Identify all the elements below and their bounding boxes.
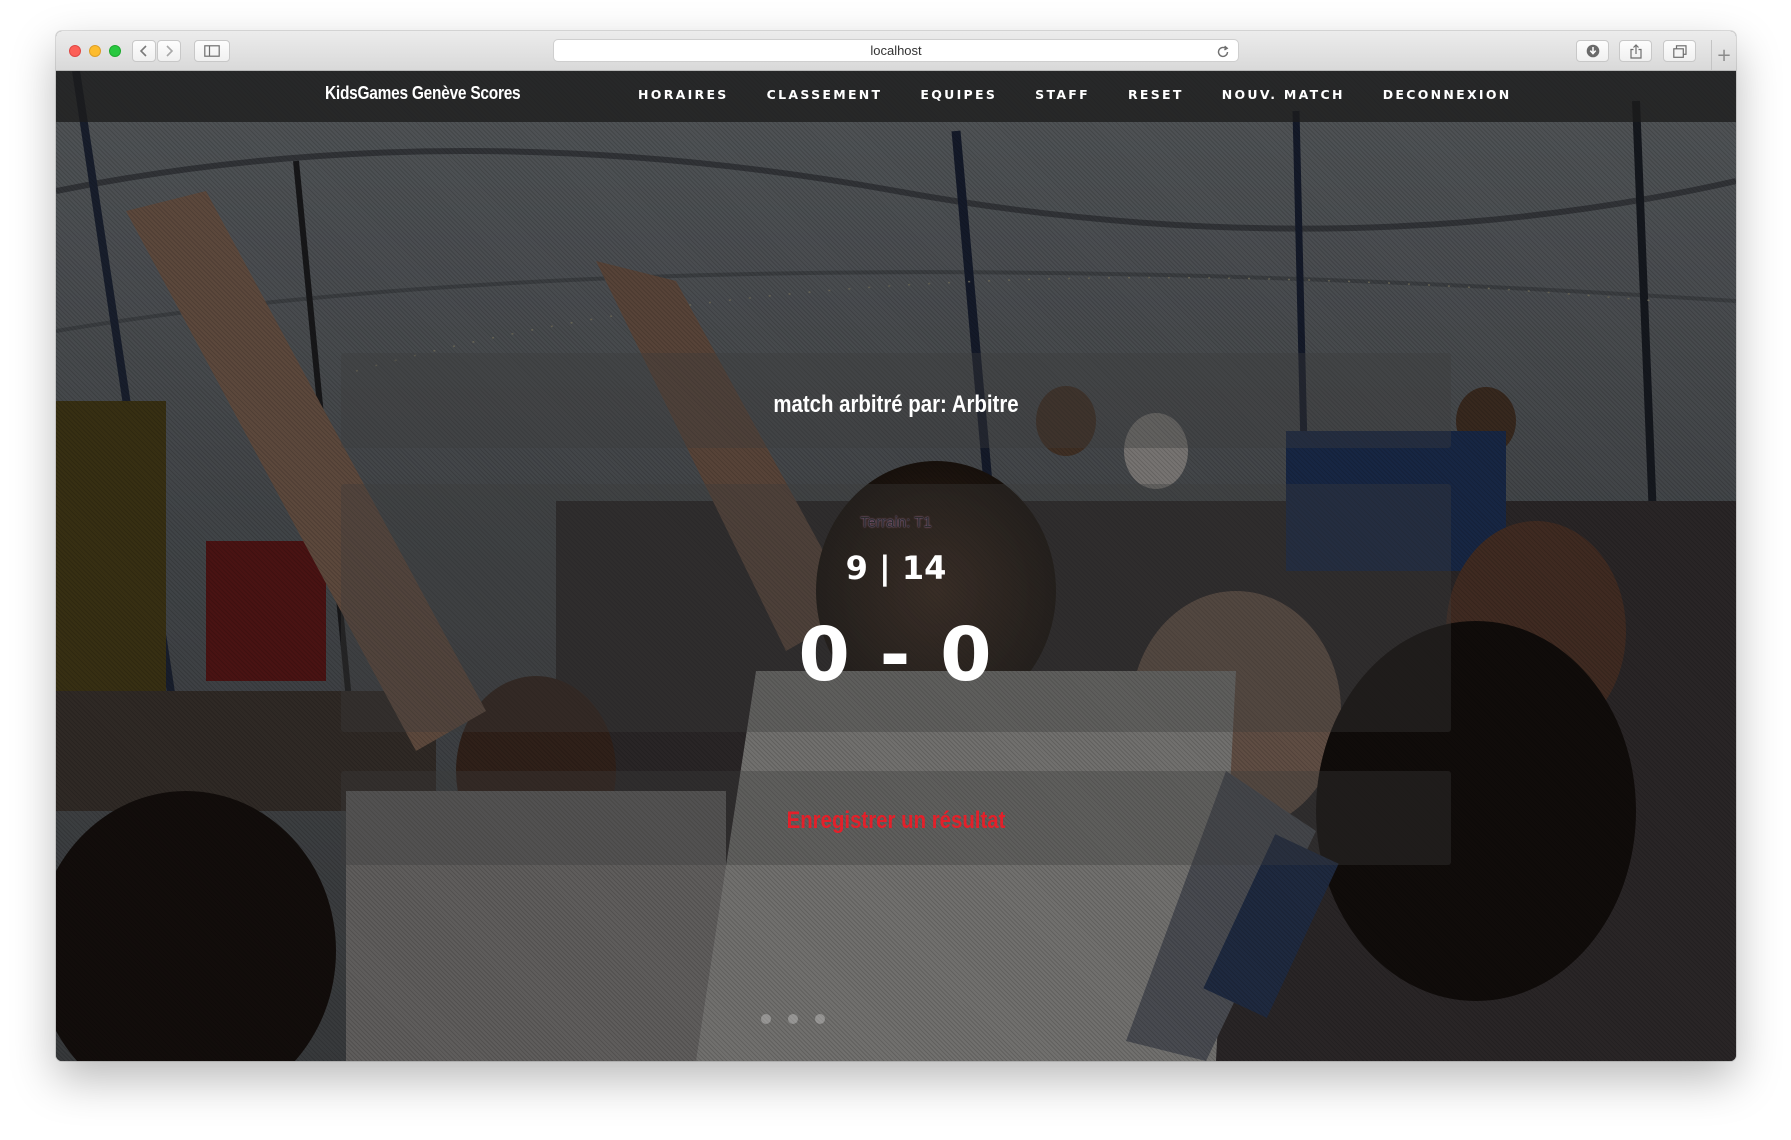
url-text: localhost [870,43,922,58]
close-window-button[interactable] [69,45,81,57]
address-bar[interactable]: localhost [553,39,1239,62]
browser-window: localhost + KidsGames Genève Scores HORA… [56,31,1736,1061]
chevron-right-icon [166,45,174,57]
zoom-window-button[interactable] [109,45,121,57]
score-panel: Terrain: T1 9 | 14 0 - 0 [341,484,1451,732]
referee-panel: match arbitré par: Arbitre [341,353,1451,448]
carousel-dot[interactable] [788,1014,798,1024]
reload-icon[interactable] [1216,44,1230,63]
new-tab-button[interactable]: + [1711,40,1736,70]
download-icon [1586,44,1599,58]
downloads-button[interactable] [1576,40,1609,62]
share-icon [1629,43,1642,59]
page-content: KidsGames Genève Scores HORAIRES CLASSEM… [56,71,1736,1061]
teams-label: 9 | 14 [845,549,947,587]
top-navbar: KidsGames Genève Scores HORAIRES CLASSEM… [56,71,1736,122]
site-brand[interactable]: KidsGames Genève Scores [325,83,521,104]
nav-item-nouv-match[interactable]: NOUV. MATCH [1222,87,1345,102]
referee-label: match arbitré par: Arbitre [773,391,1019,418]
carousel-indicators [761,1014,842,1024]
action-panel: Enregistrer un résultat [341,771,1451,865]
share-button[interactable] [1619,40,1652,62]
nav-item-horaires[interactable]: HORAIRES [638,87,729,102]
nav-item-staff[interactable]: STAFF [1035,87,1090,102]
tabs-icon [1672,44,1687,58]
carousel-dot[interactable] [761,1014,771,1024]
carousel-dot[interactable] [815,1014,825,1024]
minimize-window-button[interactable] [89,45,101,57]
score-display: 0 - 0 [798,612,994,698]
sidebar-button[interactable] [194,40,230,62]
record-result-link[interactable]: Enregistrer un résultat [424,807,1368,835]
terrain-label: Terrain: T1 [860,514,932,531]
chevron-left-icon [139,45,147,57]
back-button[interactable] [132,40,156,62]
tabs-overview-button[interactable] [1663,40,1696,62]
forward-button[interactable] [157,40,181,62]
nav-item-classement[interactable]: CLASSEMENT [767,87,883,102]
browser-titlebar: localhost + [56,31,1736,71]
nav-item-reset[interactable]: RESET [1128,87,1184,102]
nav-item-deconnexion[interactable]: DECONNEXION [1383,87,1512,102]
sidebar-icon [204,45,220,57]
main-nav: HORAIRES CLASSEMENT EQUIPES STAFF RESET … [638,87,1550,102]
nav-item-equipes[interactable]: EQUIPES [920,87,997,102]
